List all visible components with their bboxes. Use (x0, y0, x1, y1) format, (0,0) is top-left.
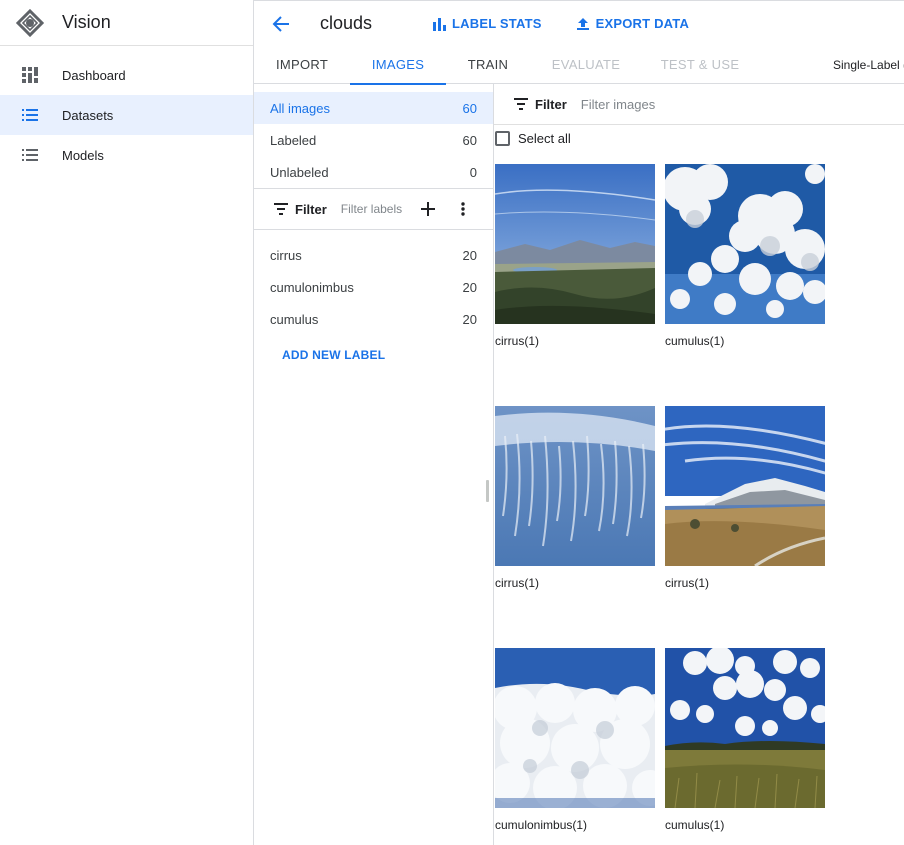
count-label: Labeled (270, 132, 317, 148)
list-icon (22, 149, 38, 161)
image-thumbnail[interactable] (495, 164, 655, 324)
nav-item-label: Datasets (62, 107, 114, 123)
vision-logo-icon (16, 8, 44, 37)
image-caption: cirrus(1) (495, 334, 539, 348)
tab-bar: IMPORT IMAGES TRAIN EVALUATE TEST & USE … (254, 46, 904, 85)
back-button[interactable] (272, 13, 294, 35)
image-card[interactable]: cirrus(1) (665, 406, 825, 590)
label-count: 20 (462, 311, 477, 327)
more-vert-icon[interactable] (461, 202, 465, 216)
export-data-button[interactable]: EXPORT DATA (576, 16, 689, 31)
app-title: Vision (62, 12, 111, 32)
image-thumbnail[interactable] (665, 406, 825, 566)
nav-brand: Vision (0, 0, 253, 46)
image-thumbnail[interactable] (665, 648, 825, 808)
label-filter-bar: Filter Filter labels (254, 189, 493, 230)
list-icon (22, 109, 38, 121)
image-card[interactable]: cirrus(1) (495, 406, 655, 590)
tab-train[interactable]: TRAIN (446, 46, 530, 84)
image-caption: cirrus(1) (495, 576, 539, 590)
image-thumbnail[interactable] (495, 648, 655, 808)
label-count: 20 (462, 247, 477, 263)
nav-item-label: Models (62, 147, 104, 163)
arrow-back-icon (272, 15, 289, 32)
classification-type: Single-Label ( (833, 58, 904, 72)
image-filter-input[interactable]: Filter images (581, 97, 655, 112)
label-name: cirrus (270, 247, 302, 263)
label-item-cumulus[interactable]: cumulus 20 (254, 303, 493, 335)
select-all-label: Select all (518, 130, 571, 146)
nav-list: Dashboard Datasets Models (0, 46, 253, 175)
image-thumbnail[interactable] (495, 406, 655, 566)
count-value: 0 (469, 164, 477, 180)
image-caption: cumulonimbus(1) (495, 818, 588, 832)
nav-item-datasets[interactable]: Datasets (0, 95, 253, 135)
image-thumbnail[interactable] (665, 164, 825, 324)
label-panel: All images 60 Labeled 60 Unlabeled 0 Fil… (254, 84, 494, 845)
count-value: 60 (462, 100, 477, 116)
dashboard-icon (22, 67, 38, 83)
tab-evaluate: EVALUATE (551, 57, 621, 72)
filter-unlabeled[interactable]: Unlabeled 0 (254, 156, 493, 188)
label-item-cumulonimbus[interactable]: cumulonimbus 20 (254, 271, 493, 303)
select-all-row: Select all (494, 126, 904, 150)
export-data-label: EXPORT DATA (595, 16, 690, 31)
left-nav: Vision Dashboard Datasets Models (0, 0, 254, 845)
label-list: cirrus 20 cumulonimbus 20 cumulus 20 (254, 230, 493, 335)
label-name: cumulus (270, 311, 319, 327)
label-stats-button[interactable]: LABEL STATS (432, 16, 542, 31)
filter-all-images[interactable]: All images 60 (254, 92, 493, 124)
image-caption: cumulus(1) (665, 818, 725, 832)
page-header: clouds LABEL STATS EXPORT DATA (254, 0, 904, 46)
count-label: All images (270, 100, 330, 116)
tab-test-and-use: TEST & USE (660, 57, 740, 72)
image-caption: cirrus(1) (665, 576, 709, 590)
tab-images[interactable]: IMAGES (350, 46, 446, 85)
select-all-checkbox[interactable] (495, 130, 510, 146)
label-filter-label: Filter (295, 201, 327, 217)
add-icon[interactable] (420, 202, 435, 216)
label-count: 20 (462, 279, 477, 295)
label-item-cirrus[interactable]: cirrus 20 (254, 239, 493, 271)
count-label: Unlabeled (270, 164, 329, 180)
count-value: 60 (462, 132, 477, 148)
image-count-list: All images 60 Labeled 60 Unlabeled 0 (254, 84, 493, 189)
tab-import[interactable]: IMPORT (254, 46, 350, 84)
image-panel: Filter Filter images Select all cirrus(1… (494, 84, 904, 845)
filter-icon (514, 98, 528, 110)
nav-item-models[interactable]: Models (0, 135, 253, 175)
dataset-title: clouds (320, 13, 373, 33)
image-caption: cumulus(1) (665, 334, 725, 348)
nav-item-label: Dashboard (62, 67, 126, 83)
image-card[interactable]: cumulus(1) (665, 164, 825, 348)
image-filter-bar: Filter Filter images (494, 84, 904, 125)
add-new-label-button[interactable]: ADD NEW LABEL (254, 343, 493, 367)
upload-icon (576, 17, 589, 30)
label-stats-label: LABEL STATS (452, 16, 542, 31)
image-card[interactable]: cumulus(1) (665, 648, 825, 832)
image-card[interactable]: cirrus(1) (495, 164, 655, 348)
filter-labeled[interactable]: Labeled 60 (254, 124, 493, 156)
nav-item-dashboard[interactable]: Dashboard (0, 55, 253, 95)
image-card[interactable]: cumulonimbus(1) (495, 648, 655, 832)
filter-icon (274, 203, 288, 215)
label-filter-input[interactable]: Filter labels (341, 202, 407, 217)
bar-chart-icon (433, 17, 447, 31)
image-filter-label: Filter (535, 96, 567, 112)
label-name: cumulonimbus (270, 279, 354, 295)
panel-resize-handle[interactable] (486, 480, 489, 502)
